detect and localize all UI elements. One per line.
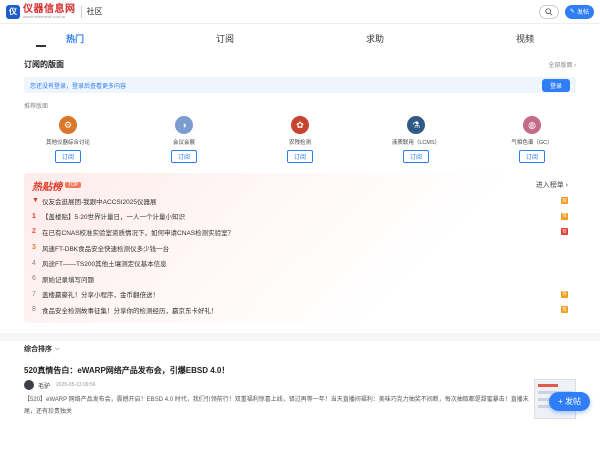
subscribe-button[interactable]: 订阅	[170, 150, 197, 163]
plant-icon: ✿	[291, 116, 309, 134]
hot-post-title: 在已有CNAS校准实验室资质情况下，如何申请CNAS检测实验室？	[42, 229, 235, 237]
post-title[interactable]: 520真情告白：eWARP网络产品发布会，引爆EBSD 4.0！	[24, 365, 576, 376]
board-name: 液质联用（LCMS）	[391, 140, 441, 146]
hot-post-item[interactable]: 7 盖楼赢豪礼！分享小程序，金币翻倍送！ 荐	[32, 287, 568, 303]
section-divider	[0, 333, 600, 341]
board-lcms[interactable]: ⚗ 液质联用（LCMS） 订阅	[376, 116, 456, 163]
rank-number: 8	[32, 306, 36, 314]
recommended-label: 推荐版面	[24, 104, 49, 110]
board-name: 会议会展	[172, 140, 195, 146]
hot-posts-title: 热贴榜	[32, 181, 62, 193]
board-other-instruments[interactable]: ⚙ 其他仪器综合讨论 订阅	[28, 116, 108, 163]
rank-number: 1	[32, 212, 36, 220]
board-name: 气相色谱（GC）	[511, 140, 553, 146]
enter-ranking-link[interactable]: 进入榜单 ›	[536, 180, 568, 190]
header-actions: ✎ 发帖	[538, 4, 594, 19]
subscribe-button[interactable]: 订阅	[286, 150, 313, 163]
thumbnail-banner	[538, 384, 558, 387]
hot-post-item[interactable]: 8 食品安全检测故事征集！分享你的检测经历，赢京东卡好礼！ 荐	[32, 302, 568, 318]
tab-hot[interactable]: 热门	[0, 24, 150, 54]
subscribed-header: 订阅的版面 全部版面 ›	[24, 56, 576, 72]
tab-bar: 热门 订阅 求助 视频	[0, 24, 600, 54]
login-prompt: 您还没有登录，登录后查看更多内容 登录	[24, 77, 576, 93]
hot-post-title: 盖楼赢豪礼！分享小程序，金币翻倍送！	[42, 292, 159, 300]
conference-icon: ◑	[175, 116, 193, 134]
post-meta: 毛驴 2025-05-13 09:56	[24, 380, 576, 390]
post-button[interactable]: ✎ 发帖	[564, 4, 594, 19]
chromatograph-icon: ◍	[523, 116, 541, 134]
rank-number: 2	[32, 228, 36, 236]
hot-posts-header: 热贴榜 TOP 进入榜单 ›	[32, 179, 568, 193]
hot-post-title: 食品安全检测故事征集！分享你的检测经历，赢京东卡好礼！	[42, 307, 218, 315]
recommend-badge: 荐	[561, 306, 568, 314]
section-label: 社区	[86, 7, 103, 16]
hot-posts-panel: 热贴榜 TOP 进入榜单 › ▼ 仪友会逛展团-我跟中ACCSI2025仪器展 …	[24, 173, 576, 323]
board-name: 农残检测	[288, 140, 311, 146]
hot-post-title: 仪友会逛展团-我跟中ACCSI2025仪器展	[42, 198, 157, 206]
subscribe-button[interactable]: 订阅	[402, 150, 429, 163]
top-badge: TOP	[65, 182, 82, 188]
active-tab-indicator	[36, 45, 46, 47]
login-message: 您还没有登录，登录后查看更多内容	[30, 83, 127, 90]
hot-post-title: 风途FT——TS200其他土壤测定仪基本信息	[42, 261, 167, 269]
recommend-badge: 荐	[561, 228, 568, 236]
compose-icon: ✎	[569, 9, 575, 15]
gear-icon: ⚙	[59, 116, 77, 134]
rank-number: 3	[32, 244, 36, 252]
hot-post-title: 【盖楼贴】5·20世界计量日，一人一个计量小知识	[42, 214, 186, 222]
logo-mark: 仪	[6, 4, 20, 19]
hot-posts-list: ▼ 仪友会逛展团-我跟中ACCSI2025仪器展 荐 1 【盖楼贴】5·20世界…	[32, 193, 568, 318]
board-gc[interactable]: ◍ 气相色谱（GC） 订阅	[492, 116, 572, 163]
subscribed-title: 订阅的版面	[24, 59, 64, 69]
rank-number: 6	[32, 275, 36, 283]
board-conferences[interactable]: ◑ 会议会展 订阅	[144, 116, 224, 163]
avatar[interactable]	[24, 380, 34, 390]
rank-number: 4	[32, 259, 36, 267]
logo-url: www.instrument.com.cn	[23, 13, 66, 19]
hot-post-title: 原始记录填写问题	[42, 276, 94, 284]
recommended-boards: ⚙ 其他仪器综合讨论 订阅 ◑ 会议会展 订阅 ✿ 农残检测 订阅 ⚗ 液质联用…	[0, 116, 600, 163]
subscribed-section: 订阅的版面 全部版面 › 您还没有登录，登录后查看更多内容 登录 推荐版面	[0, 56, 600, 110]
recommend-badge: 荐	[561, 197, 568, 205]
hot-post-title: 风速FT-DBK食品安全快速检测仪多少钱一台	[42, 245, 170, 253]
site-logo[interactable]: 仪 仪器信息网 www.instrument.com.cn	[6, 3, 76, 19]
flask-icon: ⚗	[407, 116, 425, 134]
floating-post-button[interactable]: + 发帖	[549, 392, 590, 411]
hot-post-item[interactable]: 2 在已有CNAS校准实验室资质情况下，如何申请CNAS检测实验室？ 荐	[32, 224, 568, 240]
tab-help[interactable]: 求助	[300, 24, 450, 54]
all-boards-link[interactable]: 全部版面 ›	[548, 60, 576, 69]
chevron-down-icon: ⌵	[55, 345, 60, 352]
tab-video[interactable]: 视频	[450, 24, 600, 54]
post-time: 2025-05-13 09:56	[56, 382, 96, 388]
subscribe-button[interactable]: 订阅	[518, 150, 545, 163]
board-pesticide[interactable]: ✿ 农残检测 订阅	[260, 116, 340, 163]
logo-divider	[80, 5, 82, 18]
hot-post-item[interactable]: 4 风途FT——TS200其他土壤测定仪基本信息	[32, 255, 568, 271]
board-name: 其他仪器综合讨论	[45, 140, 90, 146]
search-button[interactable]	[538, 4, 559, 19]
post-excerpt: 【520】eWARP 网络产品发布会，震撼开启！EBSD 4.0 时代，我们引领…	[24, 397, 529, 415]
sort-dropdown[interactable]: 综合排序 ⌵	[0, 341, 600, 357]
top-header: 仪 仪器信息网 www.instrument.com.cn 社区 ✎ 发帖	[0, 0, 600, 24]
subscribe-button[interactable]: 订阅	[54, 150, 81, 163]
recommend-badge: 荐	[561, 290, 568, 298]
hot-post-item[interactable]: 6 原始记录填写问题	[32, 271, 568, 287]
hot-post-item[interactable]: ▼ 仪友会逛展团-我跟中ACCSI2025仪器展 荐	[32, 193, 568, 209]
logo-name: 仪器信息网	[23, 3, 76, 15]
sort-label: 综合排序	[24, 346, 52, 353]
search-icon	[545, 7, 553, 16]
pin-icon: ▼	[32, 197, 39, 205]
post-author[interactable]: 毛驴	[38, 381, 50, 390]
tab-subscribed[interactable]: 订阅	[150, 24, 300, 54]
login-button[interactable]: 登录	[541, 78, 570, 92]
rank-number: 7	[32, 290, 36, 298]
post-button-label: 发帖	[576, 10, 589, 16]
hot-post-item[interactable]: 3 风速FT-DBK食品安全快速检测仪多少钱一台	[32, 240, 568, 256]
logo-text: 仪器信息网 www.instrument.com.cn	[23, 3, 76, 19]
hot-post-item[interactable]: 1 【盖楼贴】5·20世界计量日，一人一个计量小知识 荐	[32, 209, 568, 225]
recommend-badge: 荐	[561, 212, 568, 220]
feed-post[interactable]: 520真情告白：eWARP网络产品发布会，引爆EBSD 4.0！ 毛驴 2025…	[0, 365, 600, 419]
